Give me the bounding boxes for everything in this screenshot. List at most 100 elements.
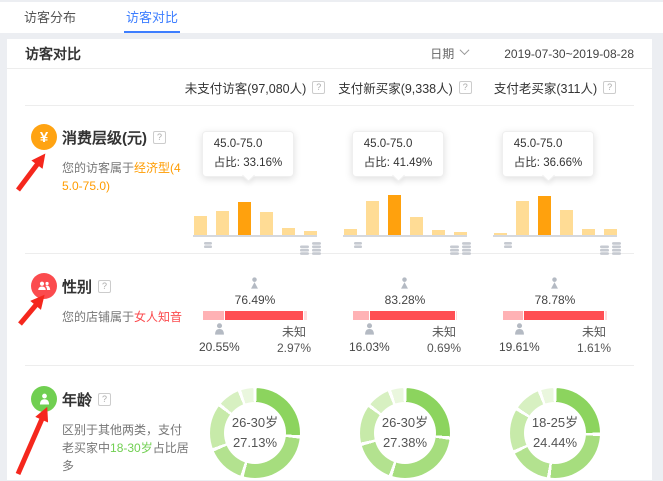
- section-label-age: 年龄 ? 区别于其他两类，支付老买家中18-30岁占比居多: [25, 366, 180, 481]
- chevron-down-icon: [460, 45, 470, 55]
- female-share: 78.78%: [535, 276, 576, 307]
- male-icon: [212, 322, 227, 337]
- unknown-percent: 2.97%: [277, 340, 311, 356]
- consumption-row: ¥ 消费层级(元) ? 您的访客属于经济型(45.0-75.0) 45.0-75…: [7, 106, 652, 253]
- section-title: 年龄: [62, 389, 92, 410]
- gender-people-icon: [31, 273, 57, 299]
- axis-line: [193, 235, 317, 237]
- male-share: 16.03%: [349, 322, 390, 356]
- male-icon: [512, 322, 527, 337]
- female-percent: 78.78%: [535, 293, 576, 307]
- tooltip-share-label: 占比:: [214, 157, 240, 169]
- gender-chart-old-buyers[interactable]: 78.78% 19.61% 未知 1.61%: [480, 254, 630, 365]
- tooltip-share: 占比: 41.49%: [364, 154, 432, 173]
- gender-chart-unpaid[interactable]: 76.49% 20.55% 未知 2.97%: [180, 254, 330, 365]
- tab-visitor-comparison[interactable]: 访客对比: [124, 2, 180, 33]
- age-row: 年龄 ? 区别于其他两类，支付老买家中18-30岁占比居多 26-30岁 27.…: [7, 366, 652, 481]
- gender-row: 性别 ? 您的店铺属于女人知音 76.49% 20.55% 未: [7, 254, 652, 365]
- donut-center-label: 18-25岁 24.44%: [510, 388, 600, 478]
- section-desc: 区别于其他两类，支付老买家中18-30岁占比居多: [62, 421, 190, 475]
- age-chart-old-buyers: 18-25岁 24.44%: [480, 366, 630, 481]
- age-bucket: 26-30岁: [382, 413, 428, 433]
- desc-highlight: 18-30岁: [110, 441, 153, 455]
- column-header-unpaid: 未支付访客(97,080人) ?: [180, 78, 330, 97]
- male-share: 19.61%: [499, 322, 540, 356]
- unknown-percent: 0.69%: [427, 340, 461, 356]
- unknown-share: 未知 2.97%: [277, 322, 311, 356]
- unknown-share: 未知 0.69%: [427, 322, 461, 356]
- bar-chart: [343, 193, 467, 235]
- male-percent: 16.03%: [349, 340, 390, 354]
- consumption-chart-new-buyers[interactable]: 45.0-75.0 占比: 41.49%: [330, 106, 480, 256]
- column-header-label: 未支付访客(97,080人): [185, 78, 307, 97]
- donut-center-label: 26-30岁 27.38%: [360, 388, 450, 478]
- top-tab-bar: 访客分布 访客对比: [0, 2, 663, 33]
- tooltip-share-value: 36.66%: [543, 157, 582, 169]
- male-share: 20.55%: [199, 322, 240, 356]
- tooltip-share: 占比: 36.66%: [514, 154, 582, 173]
- gender-stacked-bar: [503, 311, 607, 320]
- chart-tooltip: 45.0-75.0 占比: 36.66%: [502, 131, 594, 177]
- unknown-label: 未知: [577, 324, 611, 340]
- date-selector[interactable]: 日期: [430, 45, 468, 62]
- axis-line: [493, 235, 617, 237]
- female-percent: 76.49%: [235, 293, 276, 307]
- help-icon[interactable]: ?: [98, 393, 111, 406]
- tooltip-share-label: 占比:: [364, 157, 390, 169]
- bar-chart: [193, 193, 317, 235]
- help-icon[interactable]: ?: [603, 81, 616, 94]
- tooltip-range: 45.0-75.0: [514, 135, 582, 154]
- age-bucket-percent: 27.13%: [233, 433, 277, 453]
- male-percent: 20.55%: [199, 340, 240, 354]
- column-header-old-buyers: 支付老买家(311人) ?: [480, 78, 630, 97]
- consumption-chart-unpaid[interactable]: 45.0-75.0 占比: 33.16%: [180, 106, 330, 256]
- section-desc: 您的店铺属于女人知音: [62, 308, 190, 326]
- male-icon: [362, 322, 377, 337]
- help-icon[interactable]: ?: [459, 81, 472, 94]
- unknown-label: 未知: [277, 324, 311, 340]
- age-donut-chart[interactable]: 26-30岁 27.38%: [360, 388, 450, 478]
- section-desc: 您的访客属于经济型(45.0-75.0): [62, 159, 190, 195]
- tab-visitor-distribution[interactable]: 访客分布: [22, 2, 78, 33]
- gender-stacked-bar: [203, 311, 307, 320]
- age-bucket-percent: 27.38%: [383, 433, 427, 453]
- unknown-label: 未知: [427, 324, 461, 340]
- female-icon: [397, 276, 412, 291]
- card-title: 访客对比: [25, 44, 81, 64]
- consumption-chart-old-buyers[interactable]: 45.0-75.0 占比: 36.66%: [480, 106, 630, 256]
- age-chart-unpaid: 26-30岁 27.13%: [180, 366, 330, 481]
- age-bucket-percent: 24.44%: [533, 433, 577, 453]
- gender-chart-new-buyers[interactable]: 83.28% 16.03% 未知 0.69%: [330, 254, 480, 365]
- desc-highlight: 女人知音: [134, 310, 182, 324]
- male-percent: 19.61%: [499, 340, 540, 354]
- section-label-gender: 性别 ? 您的店铺属于女人知音: [25, 254, 180, 365]
- age-bucket: 26-30岁: [232, 413, 278, 433]
- low-spend-coin-icon: [503, 239, 513, 251]
- section-title: 消费层级(元): [62, 127, 147, 148]
- tooltip-range: 45.0-75.0: [364, 135, 432, 154]
- column-header-new-buyers: 支付新买家(9,338人) ?: [330, 78, 480, 97]
- tooltip-share-value: 41.49%: [393, 157, 432, 169]
- tooltip-range: 45.0-75.0: [214, 135, 282, 154]
- age-person-icon: [31, 386, 57, 412]
- chart-tooltip: 45.0-75.0 占比: 41.49%: [352, 131, 444, 177]
- visitor-comparison-page: 访客分布 访客对比 访客对比 日期 2019-07-30~2019-08-28 …: [0, 0, 663, 481]
- female-icon: [247, 276, 262, 291]
- date-label: 日期: [430, 45, 454, 62]
- age-chart-new-buyers: 26-30岁 27.38%: [330, 366, 480, 481]
- age-donut-chart[interactable]: 26-30岁 27.13%: [210, 388, 300, 478]
- column-header-label: 支付新买家(9,338人): [338, 78, 453, 97]
- female-icon: [547, 276, 562, 291]
- date-range-value[interactable]: 2019-07-30~2019-08-28: [504, 47, 634, 61]
- bar-chart: [493, 193, 617, 235]
- tooltip-share-value: 33.16%: [243, 157, 282, 169]
- female-share: 83.28%: [385, 276, 426, 307]
- yen-glyph: ¥: [40, 129, 48, 146]
- help-icon[interactable]: ?: [98, 280, 111, 293]
- help-icon[interactable]: ?: [312, 81, 325, 94]
- help-icon[interactable]: ?: [153, 131, 166, 144]
- age-bucket: 18-25岁: [532, 413, 578, 433]
- chart-tooltip: 45.0-75.0 占比: 33.16%: [202, 131, 294, 177]
- tooltip-share: 占比: 33.16%: [214, 154, 282, 173]
- age-donut-chart[interactable]: 18-25岁 24.44%: [510, 388, 600, 478]
